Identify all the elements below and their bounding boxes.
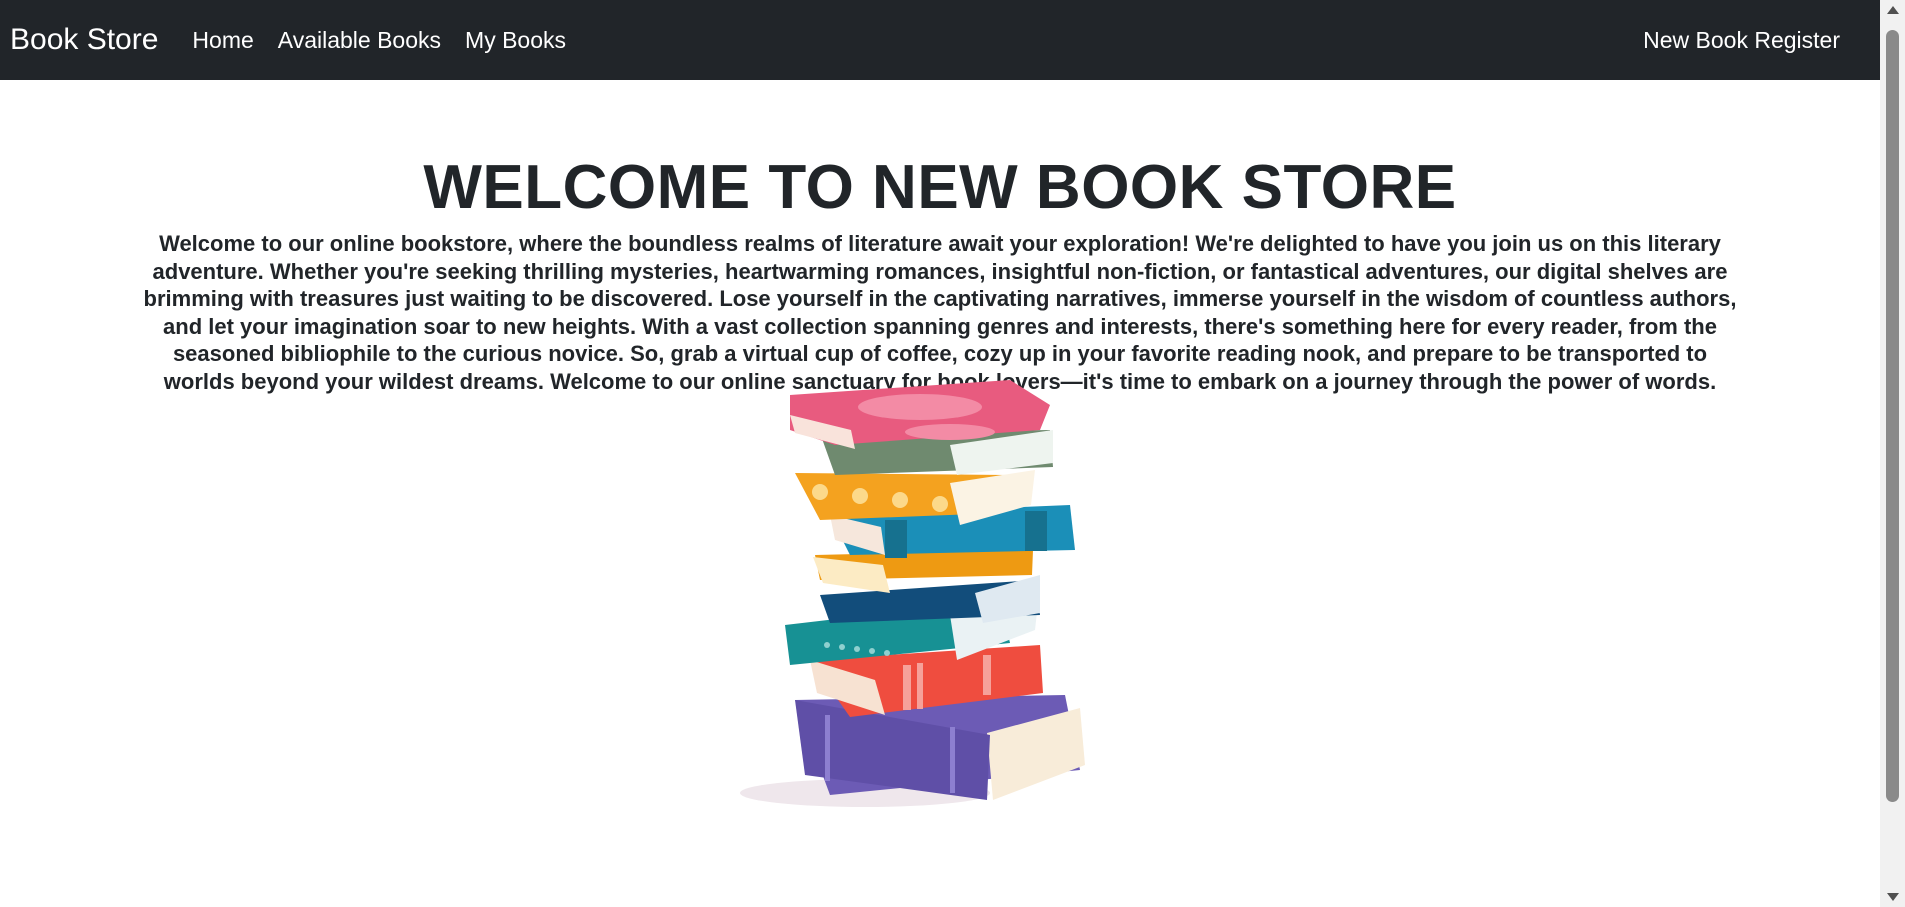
nav-link-home[interactable]: Home <box>192 27 253 54</box>
vertical-scrollbar[interactable] <box>1880 0 1905 907</box>
book-stack-illustration <box>740 380 1085 807</box>
nav-link-new-book-register[interactable]: New Book Register <box>1643 27 1840 54</box>
scroll-up-arrow-icon[interactable] <box>1887 6 1899 14</box>
intro-paragraph: Welcome to our online bookstore, where t… <box>143 231 1737 394</box>
page-title: WELCOME TO NEW BOOK STORE <box>423 153 1457 222</box>
nav-link-available-books[interactable]: Available Books <box>278 27 441 54</box>
scrollbar-thumb[interactable] <box>1886 30 1899 802</box>
brand-link[interactable]: Book Store <box>10 23 158 57</box>
nav-links: Home Available Books My Books <box>192 27 566 54</box>
top-navbar: Book Store Home Available Books My Books… <box>0 0 1880 80</box>
nav-link-my-books[interactable]: My Books <box>465 27 566 54</box>
scroll-down-arrow-icon[interactable] <box>1887 893 1899 901</box>
